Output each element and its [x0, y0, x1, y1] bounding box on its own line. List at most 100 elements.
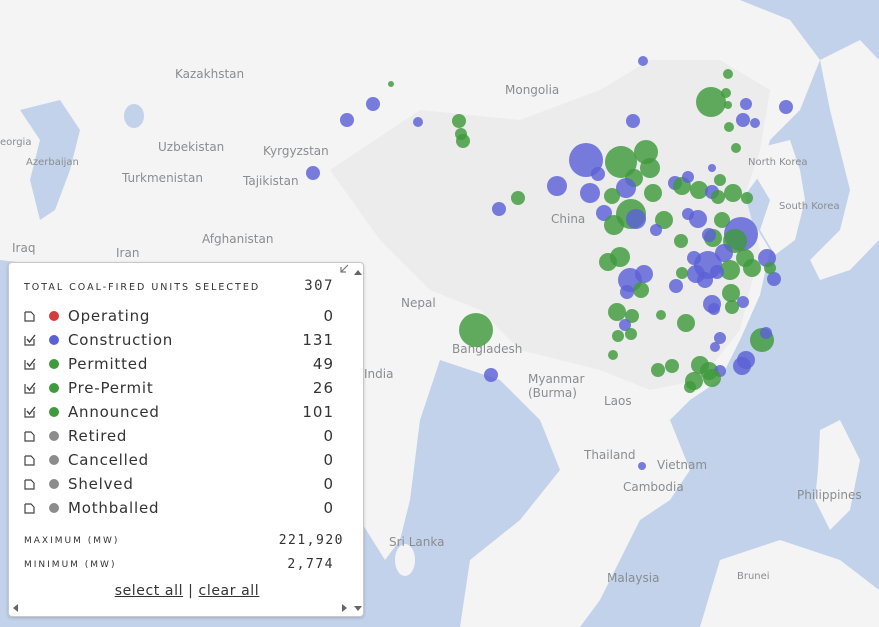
planned-plant-marker[interactable]	[696, 87, 726, 117]
construction-plant-marker[interactable]	[638, 56, 648, 66]
status-count: 0	[323, 451, 334, 469]
checkbox-unchecked-icon[interactable]	[24, 310, 36, 322]
planned-plant-marker[interactable]	[677, 314, 695, 332]
planned-plant-marker[interactable]	[711, 190, 725, 204]
status-row-pre-permit[interactable]: Pre-Permit 26	[24, 376, 334, 400]
status-color-dot	[49, 503, 59, 513]
status-row-cancelled[interactable]: Cancelled 0	[24, 448, 334, 472]
scroll-right-arrow-icon[interactable]	[342, 604, 347, 612]
planned-plant-marker[interactable]	[452, 114, 466, 128]
planned-plant-marker[interactable]	[724, 122, 734, 132]
construction-plant-marker[interactable]	[591, 167, 605, 181]
planned-plant-marker[interactable]	[665, 359, 679, 373]
planned-plant-marker[interactable]	[743, 259, 761, 277]
planned-plant-marker[interactable]	[722, 284, 740, 302]
construction-plant-marker[interactable]	[626, 114, 640, 128]
construction-plant-marker[interactable]	[740, 98, 752, 110]
planned-plant-marker[interactable]	[511, 191, 525, 205]
construction-plant-marker[interactable]	[708, 303, 720, 315]
checkbox-unchecked-icon[interactable]	[24, 478, 36, 490]
planned-plant-marker[interactable]	[656, 310, 666, 320]
planned-plant-marker[interactable]	[741, 192, 753, 204]
planned-plant-marker[interactable]	[455, 128, 467, 140]
checkbox-checked-icon[interactable]	[24, 358, 36, 370]
checkbox-unchecked-icon[interactable]	[24, 430, 36, 442]
maximum-mw-label: MAXIMUM (MW)	[24, 535, 120, 546]
collapse-arrow-icon[interactable]	[338, 263, 350, 275]
planned-plant-marker[interactable]	[604, 215, 624, 235]
status-row-retired[interactable]: Retired 0	[24, 424, 334, 448]
construction-plant-marker[interactable]	[779, 100, 793, 114]
planned-plant-marker[interactable]	[640, 158, 660, 178]
construction-plant-marker[interactable]	[580, 183, 600, 203]
planned-plant-marker[interactable]	[723, 69, 733, 79]
scroll-down-arrow-icon[interactable]	[353, 605, 363, 613]
checkbox-checked-icon[interactable]	[24, 406, 36, 418]
checkbox-unchecked-icon[interactable]	[24, 502, 36, 514]
planned-plant-marker[interactable]	[651, 363, 665, 377]
planned-plant-marker[interactable]	[724, 184, 742, 202]
planned-plant-marker[interactable]	[725, 300, 739, 314]
construction-plant-marker[interactable]	[492, 202, 506, 216]
checkbox-checked-icon[interactable]	[24, 334, 36, 346]
planned-plant-marker[interactable]	[684, 381, 696, 393]
construction-plant-marker[interactable]	[682, 171, 694, 183]
planned-plant-marker[interactable]	[674, 234, 688, 248]
construction-plant-marker[interactable]	[626, 209, 646, 229]
construction-plant-marker[interactable]	[669, 279, 683, 293]
construction-plant-marker[interactable]	[760, 327, 772, 339]
planned-plant-marker[interactable]	[644, 184, 662, 202]
status-row-construction[interactable]: Construction 131	[24, 328, 334, 352]
construction-plant-marker[interactable]	[340, 113, 354, 127]
construction-plant-marker[interactable]	[689, 210, 707, 228]
planned-plant-marker[interactable]	[608, 350, 618, 360]
status-row-announced[interactable]: Announced 101	[24, 400, 334, 424]
planned-plant-marker[interactable]	[388, 81, 394, 87]
construction-plant-marker[interactable]	[750, 118, 760, 128]
planned-plant-marker[interactable]	[610, 247, 630, 267]
construction-plant-marker[interactable]	[702, 228, 716, 242]
construction-plant-marker[interactable]	[710, 342, 720, 352]
status-row-operating[interactable]: Operating 0	[24, 304, 334, 328]
status-row-mothballed[interactable]: Mothballed 0	[24, 496, 334, 520]
construction-plant-marker[interactable]	[306, 166, 320, 180]
status-row-shelved[interactable]: Shelved 0	[24, 472, 334, 496]
construction-plant-marker[interactable]	[733, 357, 751, 375]
checkbox-unchecked-icon[interactable]	[24, 454, 36, 466]
construction-plant-marker[interactable]	[620, 285, 634, 299]
planned-plant-marker[interactable]	[703, 369, 721, 387]
construction-plant-marker[interactable]	[366, 97, 380, 111]
status-count: 131	[302, 331, 334, 349]
status-count: 0	[323, 307, 334, 325]
total-units-row: TOTAL COAL-FIRED UNITS SELECTED 307	[24, 278, 334, 294]
planned-plant-marker[interactable]	[714, 174, 726, 186]
construction-plant-marker[interactable]	[710, 265, 724, 279]
construction-plant-marker[interactable]	[638, 462, 646, 470]
checkbox-checked-icon[interactable]	[24, 382, 36, 394]
planned-plant-marker[interactable]	[724, 101, 732, 109]
planned-plant-marker[interactable]	[604, 188, 620, 204]
minimum-mw-label: MINIMUM (MW)	[24, 559, 117, 570]
select-all-link[interactable]: select all	[115, 583, 183, 599]
planned-plant-marker[interactable]	[459, 313, 493, 347]
planned-plant-marker[interactable]	[625, 328, 637, 340]
construction-plant-marker[interactable]	[767, 272, 781, 286]
status-row-permitted[interactable]: Permitted 49	[24, 352, 334, 376]
planned-plant-marker[interactable]	[764, 262, 776, 274]
construction-plant-marker[interactable]	[708, 164, 716, 172]
planned-plant-marker[interactable]	[608, 303, 626, 321]
horizontal-scrollbar[interactable]	[12, 603, 348, 613]
construction-plant-marker[interactable]	[484, 368, 498, 382]
clear-all-link[interactable]: clear all	[199, 583, 260, 599]
planned-plant-marker[interactable]	[676, 267, 688, 279]
planned-plant-marker[interactable]	[612, 330, 624, 342]
scroll-left-arrow-icon[interactable]	[13, 604, 18, 612]
construction-plant-marker[interactable]	[736, 113, 750, 127]
status-count: 26	[312, 379, 334, 397]
scroll-up-arrow-icon[interactable]	[353, 268, 363, 276]
planned-plant-marker[interactable]	[731, 143, 741, 153]
planned-plant-marker[interactable]	[633, 282, 649, 298]
construction-plant-marker[interactable]	[650, 224, 662, 236]
construction-plant-marker[interactable]	[547, 176, 567, 196]
construction-plant-marker[interactable]	[413, 117, 423, 127]
